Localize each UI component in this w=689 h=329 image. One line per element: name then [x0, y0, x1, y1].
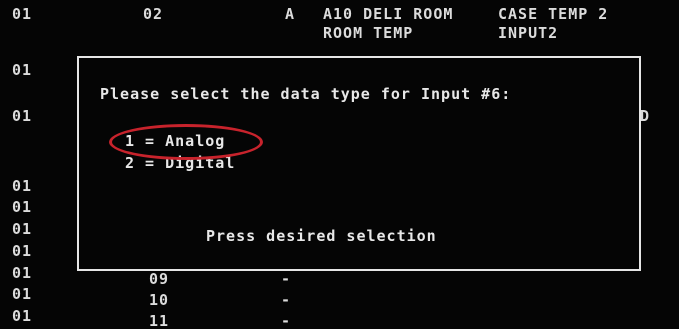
header-col4-line2: ROOM TEMP	[323, 24, 414, 42]
header-col4-line1: A10 DELI ROOM	[323, 5, 454, 23]
image-border	[679, 0, 689, 329]
header-col5-line2: INPUT2	[498, 24, 559, 42]
terminal-screen: 01 02 A A10 DELI ROOM ROOM TEMP CASE TEM…	[0, 0, 689, 329]
data-type-dialog: Please select the data type for Input #6…	[77, 56, 641, 271]
row-value: 01	[12, 264, 33, 282]
header-col1: 01	[12, 5, 33, 23]
row-value: 01	[12, 107, 33, 125]
row-value: 01	[12, 242, 33, 260]
partial-right-char: D	[640, 107, 651, 125]
header-col3: A	[285, 5, 296, 23]
row-value: 01	[12, 198, 33, 216]
row-value: 01	[12, 177, 33, 195]
header-col5-line1: CASE TEMP 2	[498, 5, 609, 23]
row-dash: -	[281, 312, 292, 329]
row-value: 01	[12, 285, 33, 303]
dialog-prompt: Please select the data type for Input #6…	[100, 85, 512, 103]
row-value: 01	[12, 61, 33, 79]
row-value: 01	[12, 307, 33, 325]
header-col2: 02	[143, 5, 164, 23]
row-number: 11	[149, 312, 170, 329]
row-number: 10	[149, 291, 170, 309]
row-dash: -	[281, 270, 292, 288]
row-number: 09	[149, 270, 170, 288]
highlight-circle	[109, 124, 263, 160]
dialog-footer: Press desired selection	[206, 227, 437, 245]
row-value: 01	[12, 220, 33, 238]
row-dash: -	[281, 291, 292, 309]
